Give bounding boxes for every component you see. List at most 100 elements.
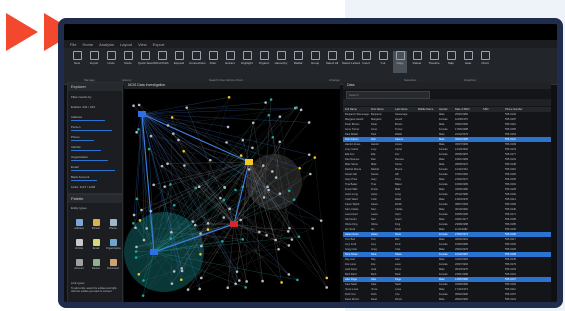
table-search-input[interactable]: Search	[346, 91, 430, 99]
graph-node[interactable]	[247, 168, 251, 171]
graph-node[interactable]	[166, 124, 170, 127]
graph-node[interactable]	[138, 219, 142, 222]
graph-node[interactable]	[169, 237, 173, 240]
graph-node[interactable]	[274, 238, 277, 242]
graph-node[interactable]	[172, 203, 176, 207]
graph-node[interactable]	[182, 149, 185, 153]
graph-hub-node[interactable]	[245, 159, 253, 165]
graph-hub-node[interactable]	[150, 249, 158, 255]
ribbon-button[interactable]: Connections	[189, 51, 206, 73]
graph-node[interactable]	[278, 115, 282, 118]
graph-node[interactable]	[137, 127, 140, 131]
palette-item[interactable]: Organization	[106, 239, 121, 250]
graph-node[interactable]	[313, 156, 317, 159]
graph-node[interactable]	[262, 196, 266, 199]
ribbon-tab[interactable]: File	[70, 42, 76, 47]
graph-node[interactable]	[134, 256, 138, 259]
graph-node[interactable]	[145, 227, 148, 230]
graph-node[interactable]	[132, 221, 135, 225]
graph-node[interactable]	[297, 235, 301, 239]
graph-link[interactable]	[272, 137, 327, 288]
graph-node[interactable]	[135, 245, 138, 249]
ribbon-button[interactable]: New	[70, 51, 84, 73]
ribbon-button[interactable]: Select All	[325, 51, 339, 73]
graph-link[interactable]	[167, 107, 297, 126]
graph-node[interactable]	[265, 233, 268, 237]
graph-node[interactable]	[295, 106, 298, 109]
graph-node[interactable]	[225, 141, 228, 144]
graph-node[interactable]	[239, 154, 243, 157]
graph-node[interactable]	[266, 185, 269, 189]
graph-node[interactable]	[170, 282, 174, 285]
graph-link[interactable]	[233, 223, 247, 282]
ribbon-button[interactable]: Import	[87, 51, 101, 73]
graph-node[interactable]	[193, 223, 197, 227]
graph-link[interactable]	[201, 223, 235, 279]
graph-node[interactable]	[191, 220, 195, 223]
graph-node[interactable]	[137, 272, 141, 276]
palette-item[interactable]: Person	[89, 219, 103, 230]
graph-node[interactable]	[183, 164, 186, 167]
graph-node[interactable]	[197, 185, 201, 188]
graph-node[interactable]	[239, 218, 243, 222]
ribbon-button[interactable]: Hierarchy	[274, 51, 288, 73]
graph-node[interactable]	[147, 147, 151, 151]
graph-link[interactable]	[150, 135, 311, 175]
graph-node[interactable]	[298, 166, 301, 170]
graph-link[interactable]	[227, 223, 235, 288]
ribbon-button[interactable]: Find Path	[155, 51, 169, 73]
graph-link[interactable]	[161, 166, 241, 221]
graph-node[interactable]	[261, 164, 265, 167]
ribbon-button[interactable]: Extract	[223, 51, 237, 73]
palette-item[interactable]: Device	[89, 259, 103, 270]
graph-link[interactable]	[141, 97, 230, 115]
graph-node[interactable]	[135, 130, 138, 134]
graph-node[interactable]	[137, 103, 141, 107]
graph-node[interactable]	[199, 252, 202, 256]
graph-node[interactable]	[271, 170, 274, 173]
graph-node[interactable]	[152, 183, 155, 187]
graph-node[interactable]	[132, 213, 136, 217]
ribbon-button[interactable]: Redo	[121, 51, 135, 73]
graph-node[interactable]	[251, 146, 254, 150]
graph-node[interactable]	[241, 238, 245, 241]
ribbon-button[interactable]: Timeline	[427, 51, 441, 73]
graph-node[interactable]	[200, 244, 203, 248]
graph-node[interactable]	[287, 273, 291, 276]
graph-node[interactable]	[309, 172, 312, 176]
ribbon-button[interactable]: Group	[308, 51, 322, 73]
graph-node[interactable]	[222, 198, 226, 202]
explorer-line[interactable]: Phone	[71, 135, 80, 139]
graph-node[interactable]	[241, 185, 245, 189]
graph-node[interactable]	[169, 183, 172, 186]
palette-item[interactable]: Phone	[106, 219, 120, 230]
graph-link[interactable]	[167, 161, 250, 164]
graph-node[interactable]	[135, 197, 139, 201]
palette-item[interactable]: Address	[72, 219, 86, 230]
graph-node[interactable]	[163, 185, 166, 188]
graph-node[interactable]	[238, 279, 241, 282]
graph-node[interactable]	[226, 125, 230, 129]
palette-item[interactable]: Account	[72, 259, 86, 270]
ribbon-button[interactable]: Radial	[291, 51, 305, 73]
graph-node[interactable]	[299, 108, 303, 112]
network-graph[interactable]	[124, 82, 340, 302]
graph-link[interactable]	[222, 241, 236, 284]
graph-node[interactable]	[325, 276, 329, 280]
graph-node[interactable]	[292, 198, 296, 201]
graph-node[interactable]	[177, 138, 180, 142]
graph-node[interactable]	[278, 140, 282, 144]
graph-node[interactable]	[325, 286, 329, 289]
ribbon-button[interactable]: Cut	[376, 51, 390, 73]
graph-node[interactable]	[234, 188, 237, 192]
graph-node[interactable]	[170, 230, 173, 234]
graph-hub-node[interactable]	[138, 111, 146, 117]
graph-node[interactable]	[221, 239, 224, 243]
graph-link-strong[interactable]	[141, 113, 250, 163]
ribbon-button[interactable]: Copy	[393, 51, 407, 73]
graph-node[interactable]	[142, 238, 146, 242]
graph-node[interactable]	[261, 279, 264, 283]
graph-node[interactable]	[172, 132, 175, 135]
graph-node[interactable]	[172, 270, 176, 273]
graph-node[interactable]	[264, 101, 267, 104]
